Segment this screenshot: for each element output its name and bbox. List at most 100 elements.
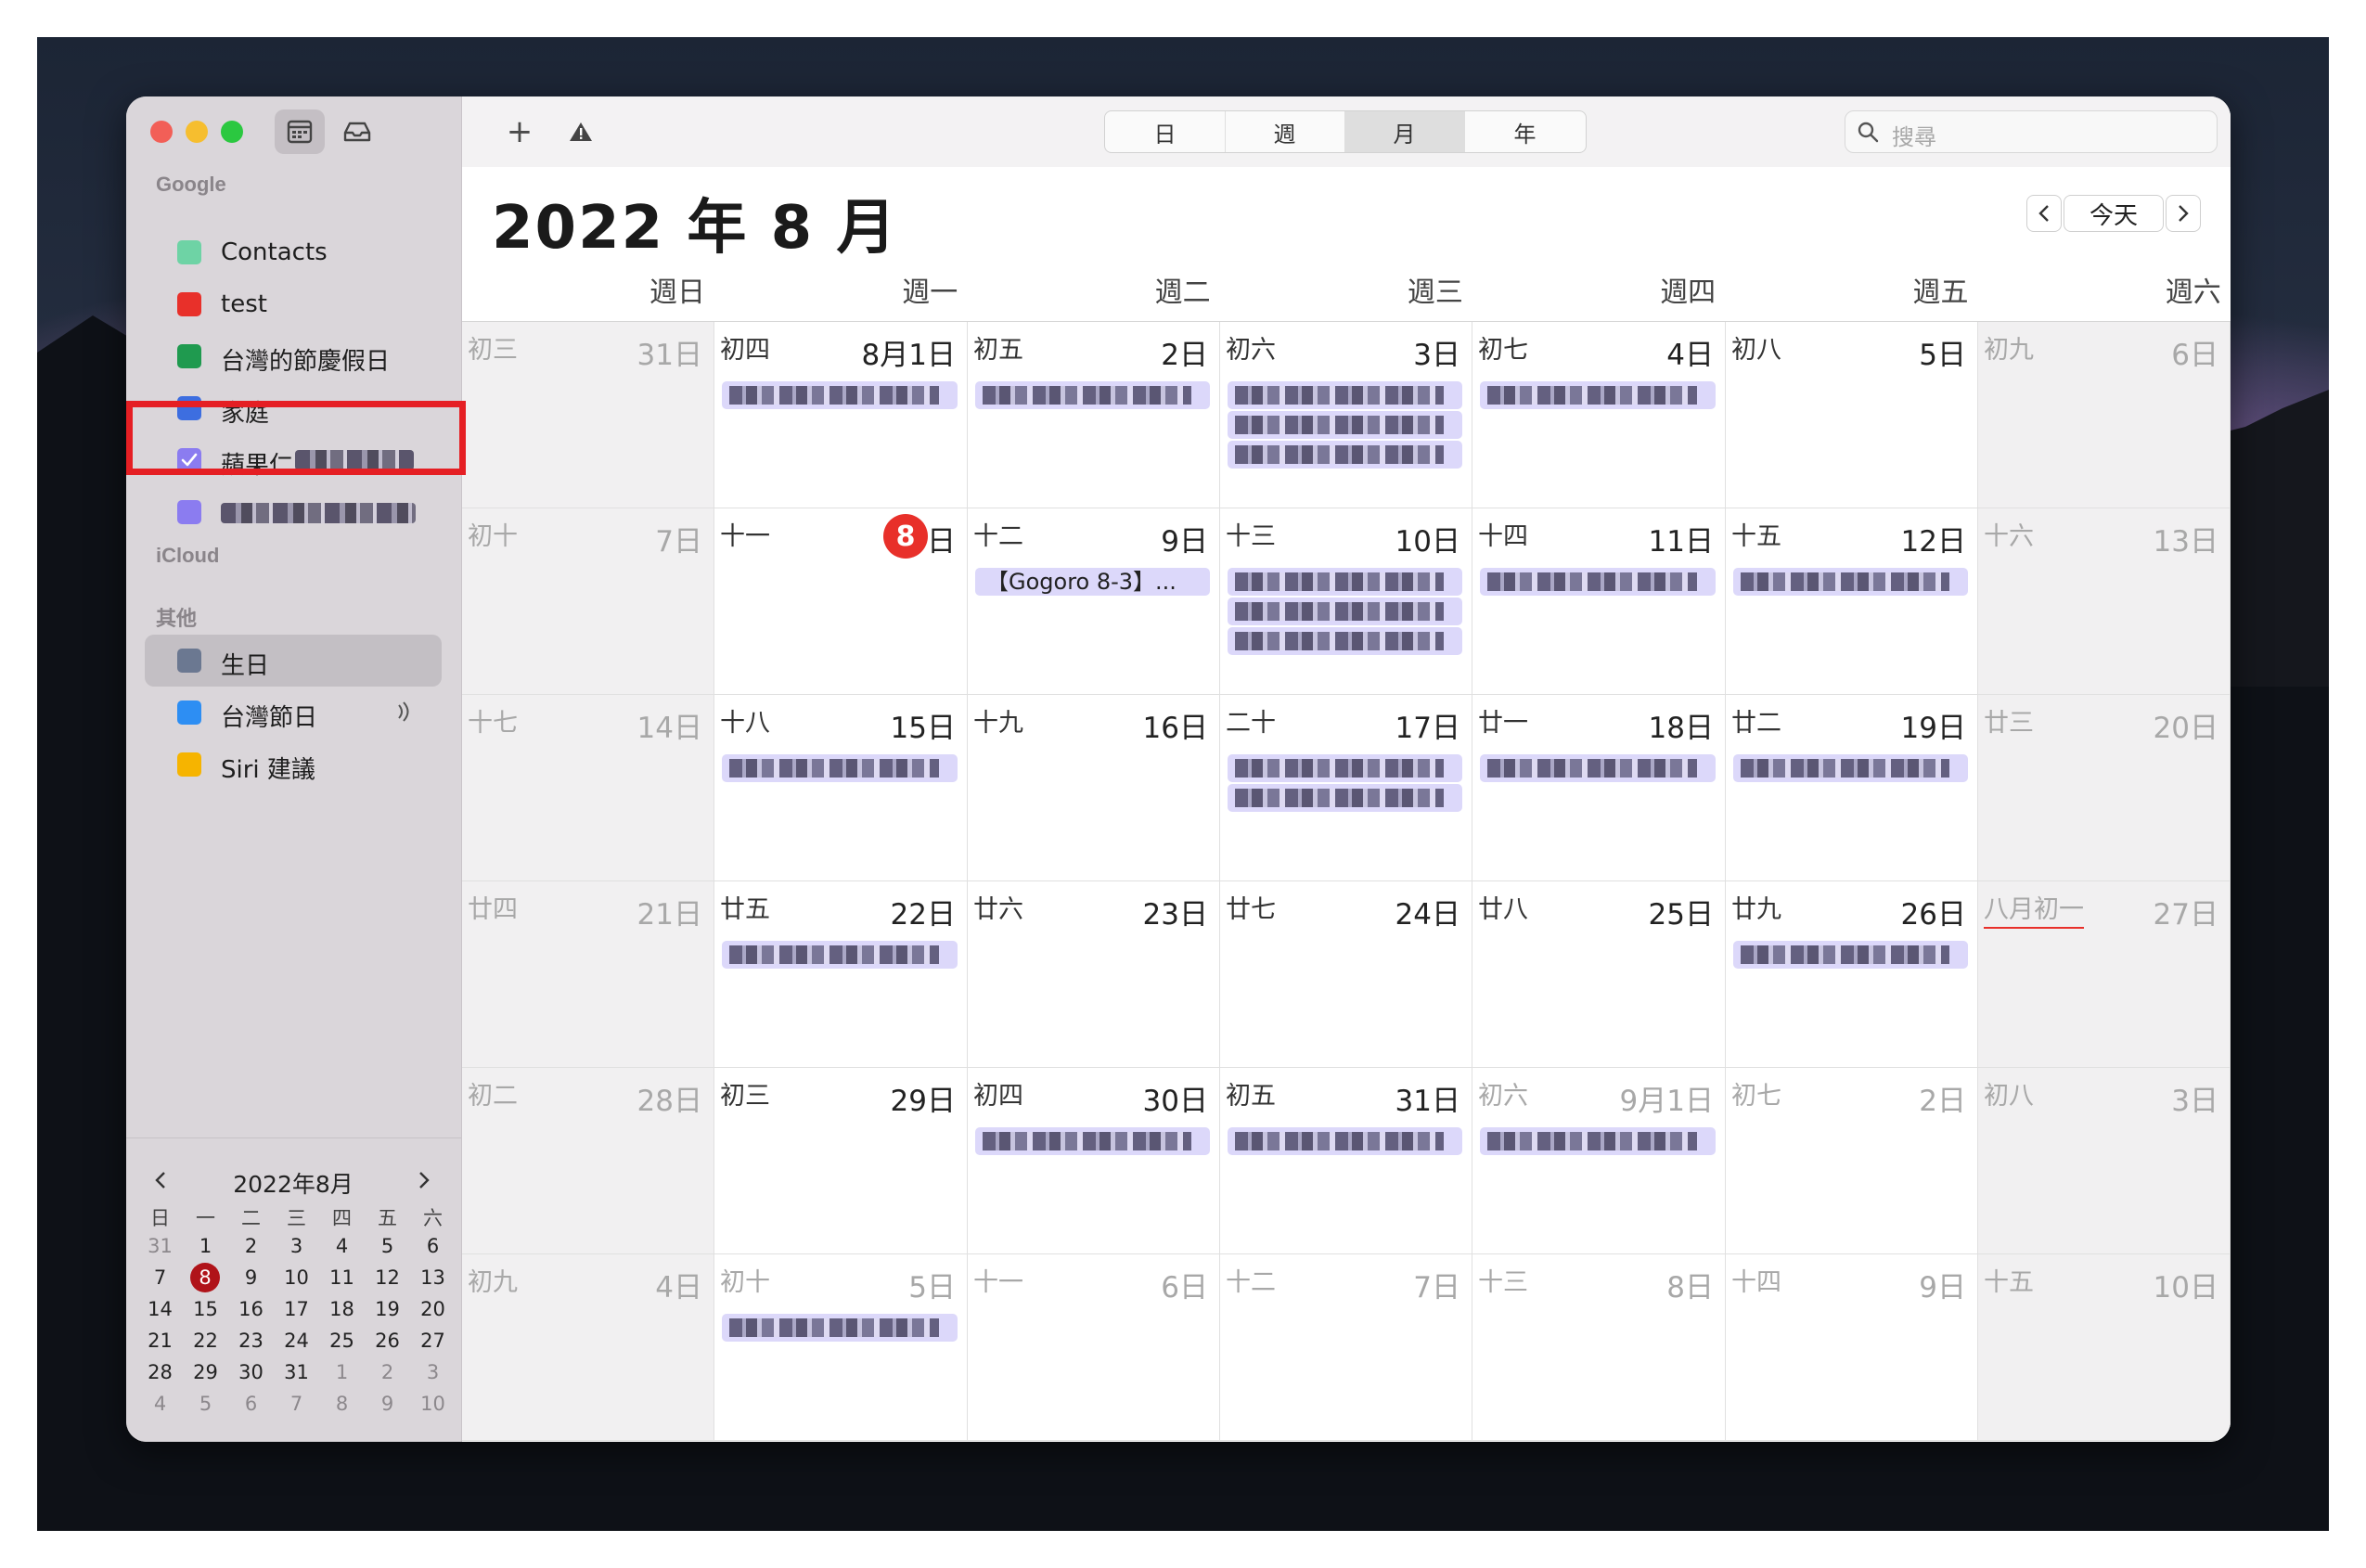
event-chip[interactable]	[1228, 627, 1462, 655]
day-cell[interactable]: 初四 8月1日	[714, 322, 968, 508]
mini-day[interactable]: 24	[274, 1330, 319, 1352]
calendar-color-checkbox[interactable]	[177, 752, 201, 777]
day-cell[interactable]: 初二 28日	[462, 1068, 714, 1254]
day-cell[interactable]: 初八 3日	[1978, 1068, 2231, 1254]
calendar-item-test[interactable]: test	[126, 278, 461, 330]
event-chip[interactable]	[1228, 381, 1462, 409]
view-day-tab[interactable]: 日	[1105, 111, 1226, 152]
event-chip[interactable]	[975, 1127, 1210, 1155]
calendar-item-redacted[interactable]	[126, 486, 461, 538]
event-chip[interactable]	[1228, 411, 1462, 439]
day-cell[interactable]: 廿三 20日	[1978, 695, 2231, 881]
mini-day[interactable]: 3	[274, 1235, 319, 1257]
mini-today-day[interactable]: 8	[190, 1263, 220, 1292]
day-cell[interactable]: 十五 10日	[1978, 1254, 2231, 1441]
event-chip[interactable]	[722, 381, 958, 409]
event-chip[interactable]	[1480, 1127, 1716, 1155]
calendar-item-taiwan-holidays[interactable]: 台灣的節慶假日	[126, 330, 461, 382]
event-chip[interactable]	[1228, 598, 1462, 625]
mini-day[interactable]: 4	[137, 1393, 183, 1415]
event-chip[interactable]	[1228, 784, 1462, 812]
mini-day[interactable]: 23	[228, 1330, 274, 1352]
mini-day[interactable]: 31	[137, 1235, 183, 1257]
event-chip[interactable]	[722, 941, 958, 969]
day-cell[interactable]: 廿一 18日	[1472, 695, 1726, 881]
day-cell[interactable]: 十三 10日	[1220, 508, 1472, 695]
mini-day[interactable]: 31	[274, 1361, 319, 1383]
day-cell[interactable]: 初九 6日	[1978, 322, 2231, 508]
day-cell[interactable]: 十二 7日	[1220, 1254, 1472, 1441]
mini-day[interactable]: 20	[410, 1298, 456, 1320]
mini-day[interactable]: 7	[137, 1266, 183, 1289]
mini-day[interactable]: 1	[183, 1235, 228, 1257]
event-chip[interactable]	[722, 1314, 958, 1342]
day-cell[interactable]: 廿五 22日	[714, 881, 968, 1068]
mini-day[interactable]: 2	[365, 1361, 410, 1383]
mini-day[interactable]: 6	[410, 1235, 456, 1257]
event-chip[interactable]	[1733, 568, 1968, 596]
zoom-window-button[interactable]	[221, 121, 243, 143]
event-chip[interactable]	[1480, 381, 1716, 409]
calendar-list-toggle-button[interactable]	[275, 109, 325, 154]
mini-day[interactable]: 2	[228, 1235, 274, 1257]
view-year-tab[interactable]: 年	[1465, 111, 1585, 152]
mini-day[interactable]: 9	[228, 1266, 274, 1289]
calendar-item-taiwan-festivals[interactable]: 台灣節日	[126, 687, 461, 739]
calendar-color-checkbox[interactable]	[177, 292, 201, 316]
day-cell[interactable]: 初六 3日	[1220, 322, 1472, 508]
mini-day[interactable]: 17	[274, 1298, 319, 1320]
day-cell[interactable]: 初五 31日	[1220, 1068, 1472, 1254]
day-cell[interactable]: 初六 9月1日	[1472, 1068, 1726, 1254]
event-chip[interactable]	[975, 381, 1210, 409]
mini-day[interactable]: 8	[319, 1393, 365, 1415]
day-cell[interactable]: 十七 14日	[462, 695, 714, 881]
mini-day[interactable]: 6	[228, 1393, 274, 1415]
inbox-button[interactable]	[332, 109, 382, 154]
day-cell[interactable]: 廿二 19日	[1726, 695, 1978, 881]
mini-prev-month-button[interactable]	[147, 1166, 174, 1194]
day-cell[interactable]: 廿六 23日	[968, 881, 1220, 1068]
day-cell[interactable]: 十六 13日	[1978, 508, 2231, 695]
day-cell[interactable]: 初十 7日	[462, 508, 714, 695]
calendar-item-contacts[interactable]: Contacts	[126, 226, 461, 278]
mini-day[interactable]: 16	[228, 1298, 274, 1320]
mini-day[interactable]: 26	[365, 1330, 410, 1352]
mini-day[interactable]: 9	[365, 1393, 410, 1415]
day-cell[interactable]: 十五 12日	[1726, 508, 1978, 695]
previous-month-button[interactable]	[2026, 195, 2062, 232]
minimize-window-button[interactable]	[186, 121, 208, 143]
day-cell[interactable]: 初八 5日	[1726, 322, 1978, 508]
day-cell[interactable]: 十九 16日	[968, 695, 1220, 881]
mini-day[interactable]: 22	[183, 1330, 228, 1352]
view-week-tab[interactable]: 週	[1225, 111, 1345, 152]
event-chip[interactable]	[1228, 754, 1462, 782]
mini-day[interactable]: 18	[319, 1298, 365, 1320]
mini-day[interactable]: 12	[365, 1266, 410, 1289]
mini-day[interactable]: 13	[410, 1266, 456, 1289]
day-cell[interactable]: 十一 8 日	[714, 508, 968, 695]
day-cell[interactable]: 廿四 21日	[462, 881, 714, 1068]
event-chip[interactable]	[1228, 1127, 1462, 1155]
event-chip[interactable]	[1733, 754, 1968, 782]
day-cell[interactable]: 十一 6日	[968, 1254, 1220, 1441]
day-cell[interactable]: 廿七 24日	[1220, 881, 1472, 1068]
mini-day[interactable]: 28	[137, 1361, 183, 1383]
event-chip[interactable]: 【Gogoro 8-3】...	[975, 568, 1210, 596]
mini-day[interactable]: 5	[365, 1235, 410, 1257]
event-chip[interactable]	[1228, 568, 1462, 596]
mini-day[interactable]: 19	[365, 1298, 410, 1320]
day-cell[interactable]: 十四 11日	[1472, 508, 1726, 695]
close-window-button[interactable]	[150, 121, 173, 143]
mini-day[interactable]: 21	[137, 1330, 183, 1352]
day-cell[interactable]: 初三 31日	[462, 322, 714, 508]
day-cell[interactable]: 十二 9日 【Gogoro 8-3】...	[968, 508, 1220, 695]
day-cell[interactable]: 二十 17日	[1220, 695, 1472, 881]
event-chip[interactable]	[1480, 568, 1716, 596]
day-cell[interactable]: 初七 2日	[1726, 1068, 1978, 1254]
mini-day[interactable]: 7	[274, 1393, 319, 1415]
day-cell[interactable]: 初四 30日	[968, 1068, 1220, 1254]
mini-day[interactable]: 1	[319, 1361, 365, 1383]
day-cell[interactable]: 初五 2日	[968, 322, 1220, 508]
event-chip[interactable]	[1480, 754, 1716, 782]
mini-day[interactable]: 3	[410, 1361, 456, 1383]
